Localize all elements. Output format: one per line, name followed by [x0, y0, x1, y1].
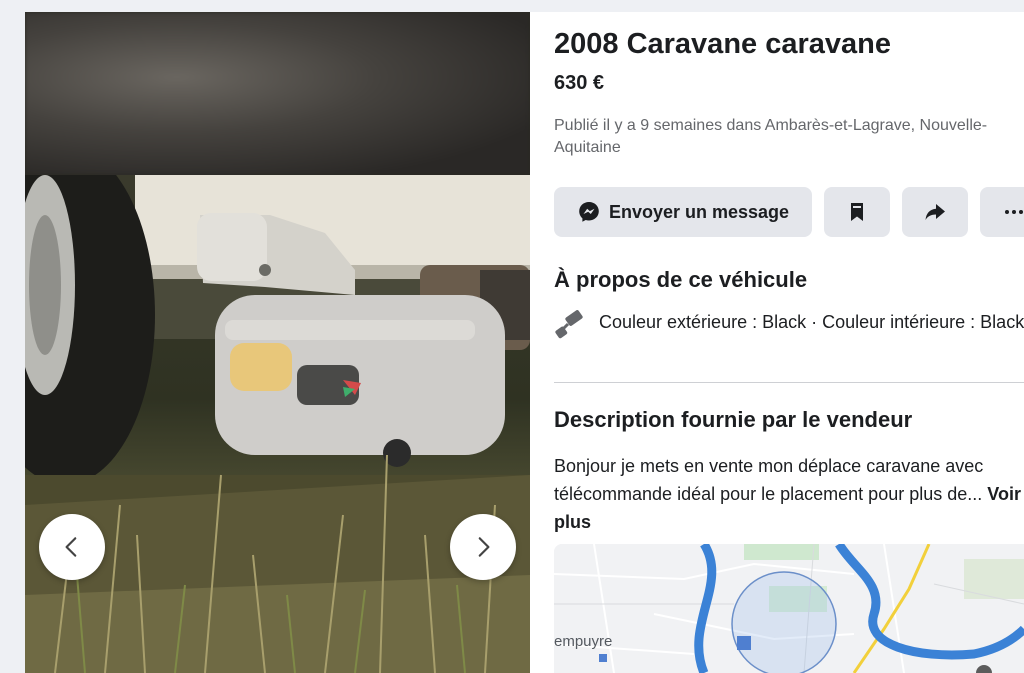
- more-options-button[interactable]: [980, 187, 1024, 237]
- previous-photo-button[interactable]: [39, 514, 105, 580]
- about-vehicle-heading: À propos de ce véhicule: [554, 267, 808, 292]
- blurred-photo-area: [25, 12, 530, 175]
- seller-description-text: Bonjour je mets en vente mon déplace car…: [554, 456, 984, 504]
- chevron-right-icon: [478, 537, 490, 557]
- listing-posted-info: Publié il y a 9 semaines dans Ambarès-et…: [554, 117, 988, 156]
- section-divider: [554, 382, 1024, 383]
- listing-details-panel: 2008 Caravane caravane 630 € Publié il y…: [530, 12, 1024, 673]
- listing-photo[interactable]: [25, 175, 530, 673]
- map-place-label: empuyre: [554, 633, 613, 650]
- photo-viewer: [25, 12, 530, 673]
- paint-roller-icon: [555, 310, 583, 339]
- send-message-label: Envoyer un message: [608, 201, 790, 222]
- next-photo-button[interactable]: [450, 514, 516, 580]
- vehicle-color-text: Couleur extérieure : Black · Couleur int…: [599, 312, 1024, 332]
- seller-description-heading: Description fournie par le vendeur: [554, 407, 913, 432]
- seller-description: Bonjour je mets en vente mon déplace car…: [554, 452, 1024, 536]
- share-arrow-icon: [925, 204, 945, 220]
- share-button[interactable]: [902, 187, 968, 237]
- more-dots-icon: [1005, 210, 1023, 214]
- save-button[interactable]: [824, 187, 890, 237]
- send-message-button[interactable]: Envoyer un message: [554, 187, 812, 237]
- messenger-icon: [579, 202, 599, 222]
- caravan-mover-photo: [25, 175, 530, 673]
- chevron-left-icon: [65, 537, 77, 557]
- listing-price: 630 €: [554, 72, 605, 94]
- location-map[interactable]: empuyre: [554, 544, 1024, 673]
- map-graphic: [554, 544, 1024, 673]
- bookmark-icon: [851, 203, 863, 221]
- listing-title: 2008 Caravane caravane: [554, 28, 891, 60]
